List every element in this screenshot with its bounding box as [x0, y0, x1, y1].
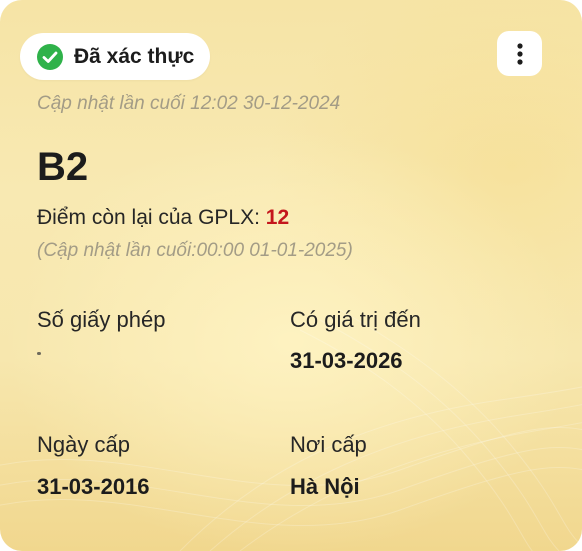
more-options-button[interactable]: [497, 31, 542, 76]
valid-until-value: 31-03-2026: [290, 348, 403, 373]
issue-place-label: Nơi cấp: [290, 432, 367, 457]
remaining-points-value: 12: [265, 206, 290, 229]
verified-status-badge: Đã xác thực: [20, 33, 211, 80]
issue-place-value: Hà Nội: [290, 474, 360, 499]
license-number-label: Số giấy phép: [37, 307, 166, 332]
more-vertical-icon: [516, 42, 523, 65]
verified-status-label: Đã xác thực: [74, 44, 195, 68]
last-updated-text: Cập nhật lần cuối 12:02 30-12-2024: [37, 93, 341, 114]
license-card: Đã xác thực Cập nhật lần cuối 12:02 30-1…: [0, 0, 582, 551]
valid-until-label: Có giá trị đến: [290, 307, 421, 332]
check-circle-icon: [37, 43, 63, 70]
issue-date-value: 31-03-2016: [37, 474, 150, 499]
remaining-points-line: Điểm còn lại của GPLX: 12: [37, 206, 289, 230]
license-number-value-masked: [37, 352, 41, 355]
background-wave-pattern: [0, 309, 582, 551]
remaining-points-label: Điểm còn lại của GPLX:: [37, 206, 260, 229]
points-updated-text: (Cập nhật lần cuối:00:00 01-01-2025): [37, 240, 353, 261]
license-class: B2: [37, 145, 89, 189]
issue-date-label: Ngày cấp: [37, 432, 130, 457]
